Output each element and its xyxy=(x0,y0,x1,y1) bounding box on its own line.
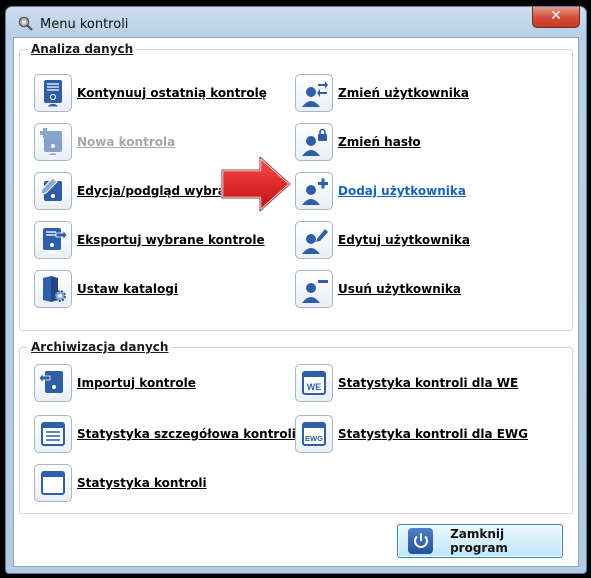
we-control-stats-label: Statystyka kontroli dla WE xyxy=(338,376,519,390)
add-user-button[interactable]: Dodaj użytkownika xyxy=(295,172,466,210)
ewg-stats-icon: EWG xyxy=(295,415,333,453)
add-user-label: Dodaj użytkownika xyxy=(338,184,466,198)
edit-preview-selected-button[interactable]: Edycja/podgląd wybranej xyxy=(34,172,247,210)
import-controls-button[interactable]: Importuj kontrole xyxy=(34,364,196,402)
add-user-icon xyxy=(295,172,333,210)
close-program-button[interactable]: Zamknij program xyxy=(397,524,563,558)
edit-user-label: Edytuj użytkownika xyxy=(338,233,470,247)
group-analysis: Analiza danych Kontynuuj ostatnią kontro… xyxy=(19,42,573,331)
new-control-button[interactable]: Nowa kontrola xyxy=(34,123,175,161)
new-control-label: Nowa kontrola xyxy=(77,135,176,149)
app-icon xyxy=(18,16,33,31)
edit-user-button[interactable]: Edytuj użytkownika xyxy=(295,221,470,259)
remove-user-label: Usuń użytkownika xyxy=(338,282,461,296)
stats-window-icon xyxy=(34,464,72,502)
remove-user-icon xyxy=(295,270,333,308)
detailed-stats-icon xyxy=(34,415,72,453)
change-user-button[interactable]: Zmień użytkownika xyxy=(295,74,469,112)
close-program-label: Zamknij program xyxy=(450,527,508,555)
document-user-icon xyxy=(34,74,72,112)
we-icon-text: WE xyxy=(307,382,322,392)
control-stats-button[interactable]: Statystyka kontroli xyxy=(34,464,207,502)
red-arrow-icon xyxy=(220,155,292,213)
detailed-control-stats-button[interactable]: Statystyka szczegółowa kontroli xyxy=(34,415,296,453)
group-analysis-title: Analiza danych xyxy=(28,42,137,56)
edit-document-icon xyxy=(34,172,72,210)
set-directories-label: Ustaw katalogi xyxy=(77,282,178,296)
control-stats-label: Statystyka kontroli xyxy=(77,476,207,490)
close-icon: ✕ xyxy=(550,8,562,24)
continue-last-control-label: Kontynuuj ostatnią kontrolę xyxy=(77,86,267,100)
we-control-stats-button[interactable]: WE Statystyka kontroli dla WE xyxy=(295,364,518,402)
menu-window: Menu kontroli ✕ Analiza danych Kontynuuj… xyxy=(5,6,587,574)
export-selected-controls-label: Eksportuj wybrane kontrole xyxy=(77,233,265,247)
window-title: Menu kontroli xyxy=(40,17,129,32)
continue-last-control-button[interactable]: Kontynuuj ostatnią kontrolę xyxy=(34,74,267,112)
export-selected-controls-button[interactable]: Eksportuj wybrane kontrole xyxy=(34,221,265,259)
import-controls-label: Importuj kontrole xyxy=(77,376,196,390)
switch-user-icon xyxy=(295,74,333,112)
change-password-button[interactable]: Zmień hasło xyxy=(295,123,421,161)
change-password-label: Zmień hasło xyxy=(338,135,421,149)
set-directories-button[interactable]: Ustaw katalogi xyxy=(34,270,178,308)
user-lock-icon xyxy=(295,123,333,161)
ewg-control-stats-button[interactable]: EWG Statystyka kontroli dla EWG xyxy=(295,415,528,453)
folder-settings-icon xyxy=(34,270,72,308)
group-archive-title: Archiwizacja danych xyxy=(28,340,172,354)
ewg-icon-text: EWG xyxy=(305,434,323,443)
title-bar[interactable]: Menu kontroli ✕ xyxy=(6,7,586,37)
remove-user-button[interactable]: Usuń użytkownika xyxy=(295,270,461,308)
window-content: Analiza danych Kontynuuj ostatnią kontro… xyxy=(13,37,579,567)
we-stats-icon: WE xyxy=(295,364,333,402)
edit-user-icon xyxy=(295,221,333,259)
new-document-icon xyxy=(34,123,72,161)
ewg-control-stats-label: Statystyka kontroli dla EWG xyxy=(338,427,529,441)
export-document-icon xyxy=(34,221,72,259)
close-button[interactable]: ✕ xyxy=(532,7,580,28)
change-user-label: Zmień użytkownika xyxy=(338,86,469,100)
import-document-icon xyxy=(34,364,72,402)
detailed-control-stats-label: Statystyka szczegółowa kontroli xyxy=(77,427,296,441)
group-archive: Archiwizacja danych Importuj kontrole St… xyxy=(19,340,573,514)
power-icon xyxy=(408,528,434,554)
